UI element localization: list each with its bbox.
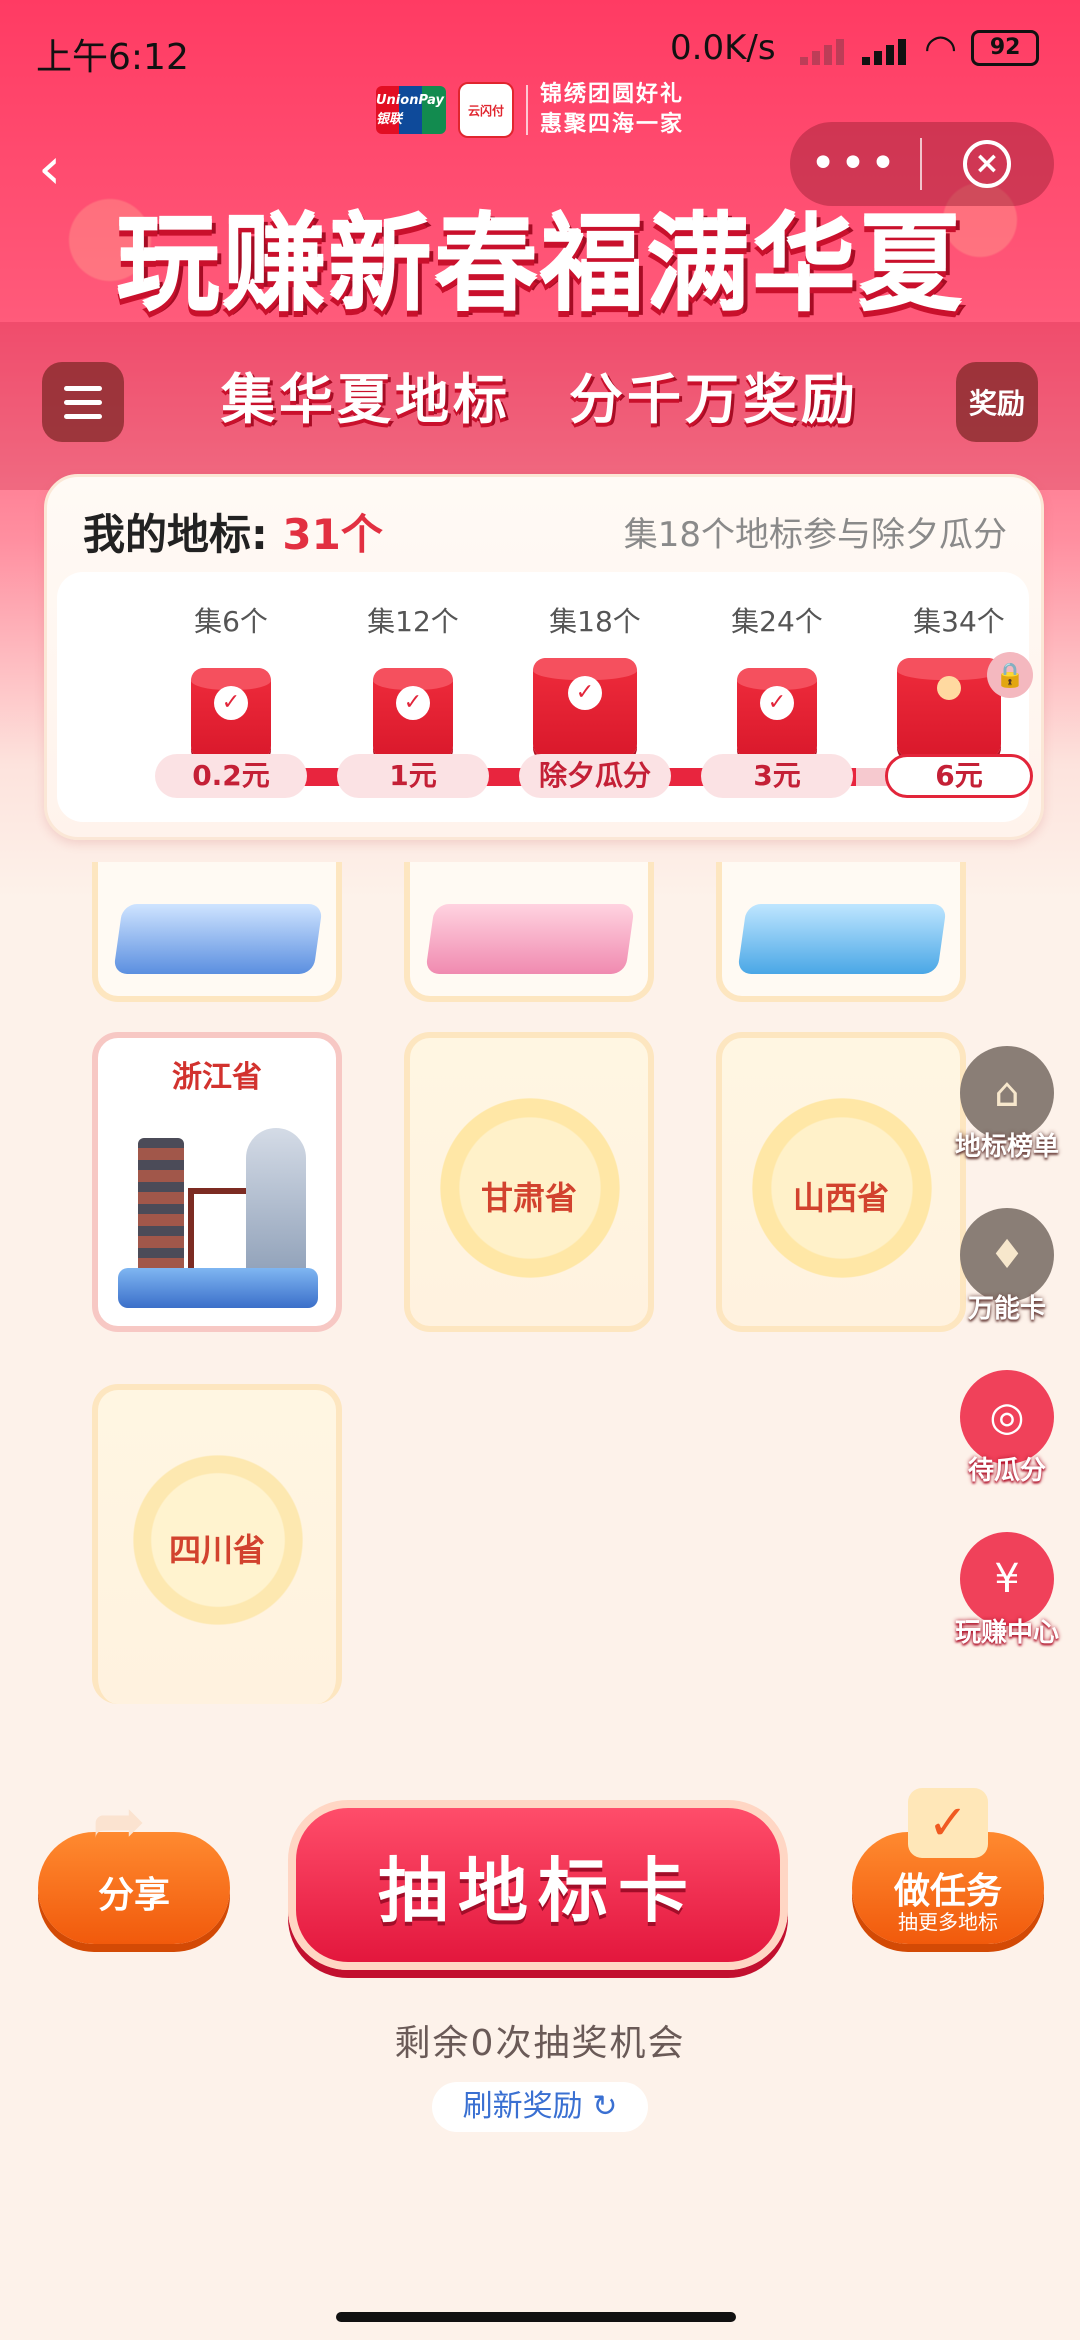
battery-icon: 92 [971, 30, 1040, 66]
signal-icon [862, 31, 910, 65]
network-speed: 0.0K/s [670, 28, 776, 68]
page-subtitle: 集华夏地标 分千万奖励 [221, 367, 859, 431]
lock-icon: 🔒 [987, 652, 1033, 698]
wild-card-button[interactable]: ♦ 万能卡 [952, 1208, 1062, 1325]
milestone-track: 集6个 ✓ 0.2元 集12个 ✓ 1元 集18个 ✓ 除夕瓜分 集24个 ✓ … [57, 572, 1033, 822]
pending-split-button[interactable]: ◎ 待瓜分 [952, 1370, 1062, 1487]
red-envelope-icon: ✓ [533, 658, 637, 758]
side-label: 玩赚中心 [954, 1618, 1059, 1648]
milestone-6[interactable]: 集6个 ✓ 0.2元 [151, 572, 311, 822]
share-label: 分享 [97, 1875, 170, 1916]
checkbox-icon: ✓ [908, 1788, 988, 1858]
status-time: 上午6:12 [36, 37, 189, 78]
landmark-ranking-button[interactable]: ⌂ 地标榜单 [952, 1046, 1062, 1163]
province-card-shanxi[interactable]: 山西省 [716, 1032, 966, 1332]
province-card-sichuan[interactable]: 四川省 [92, 1384, 342, 1704]
page-title: 玩赚新春福满华夏 [115, 203, 964, 326]
milestone-24[interactable]: 集24个 ✓ 3元 [697, 572, 857, 822]
side-label: 万能卡 [967, 1294, 1046, 1324]
brand-slogan-line2: 惠聚四海一家 [540, 112, 685, 137]
earn-center-button[interactable]: ¥ 玩赚中心 [952, 1532, 1062, 1649]
landmark-count: 31个 [282, 510, 383, 559]
province-name: 浙江省 [172, 1060, 262, 1095]
check-icon: ✓ [214, 686, 248, 720]
brand-slogan: 锦绣团圆好礼 惠聚四海一家 [540, 80, 684, 140]
side-label: 待瓜分 [967, 1456, 1046, 1486]
panel-hint: 集18个地标参与除夕瓜分 [623, 515, 1007, 555]
task-sub-label: 抽更多地标 [898, 1910, 998, 1934]
remaining-chances: 剩余0次抽奖机会 [394, 2023, 686, 2064]
my-landmarks-title: 我的地标: 31个 [83, 510, 383, 559]
red-envelope-icon: ✓ [737, 668, 817, 760]
ysf-logo: 云闪付 [458, 82, 514, 138]
landmark-illustration [425, 904, 635, 974]
refresh-reward-button[interactable]: 刷新奖励 ↻ [432, 2082, 648, 2132]
province-card[interactable] [716, 862, 966, 1002]
landmark-illustration [737, 904, 947, 974]
province-name: 山西省 [792, 1179, 889, 1217]
status-icons: ◠ 92 [800, 26, 1040, 70]
milestone-34[interactable]: 集34个 🔒 6元 [879, 572, 1039, 822]
reward-button[interactable]: 奖励 [956, 362, 1038, 442]
province-name: 甘肃省 [480, 1179, 577, 1217]
signal-icon-secondary [800, 31, 848, 65]
province-name: 四川省 [168, 1531, 265, 1569]
milestone-12[interactable]: 集12个 ✓ 1元 [333, 572, 493, 822]
landmark-illustration [113, 904, 323, 974]
red-envelope-icon: ✓ [373, 668, 453, 760]
brand-divider [526, 85, 528, 135]
unionpay-logo: UnionPay 银联 [376, 86, 446, 134]
red-envelope-icon [897, 658, 1001, 758]
brand-slogan-line1: 锦绣团圆好礼 [540, 82, 685, 107]
brand-bar: UnionPay 银联 云闪付 锦绣团圆好礼 惠聚四海一家 [376, 80, 684, 140]
check-icon: ✓ [760, 686, 794, 720]
check-icon: ✓ [396, 686, 430, 720]
province-card[interactable] [92, 862, 342, 1002]
milestone-18[interactable]: 集18个 ✓ 除夕瓜分 [515, 572, 675, 822]
red-envelope-icon: ✓ [191, 668, 271, 760]
side-label: 地标榜单 [954, 1132, 1059, 1162]
wifi-icon: ◠ [924, 26, 958, 70]
province-card-zhejiang[interactable]: 浙江省 [92, 1032, 342, 1332]
draw-card-label: 抽地标卡 [378, 1849, 698, 1932]
home-indicator[interactable] [336, 2312, 736, 2322]
check-icon: ✓ [568, 676, 602, 710]
share-arrow-icon: ➦ [92, 1785, 146, 1859]
landmark-progress-panel: 我的地标: 31个 集18个地标参与除夕瓜分 集6个 ✓ 0.2元 集12个 ✓… [44, 474, 1044, 840]
landmark-illustration [118, 1128, 318, 1308]
province-card[interactable] [404, 862, 654, 1002]
province-card-gansu[interactable]: 甘肃省 [404, 1032, 654, 1332]
